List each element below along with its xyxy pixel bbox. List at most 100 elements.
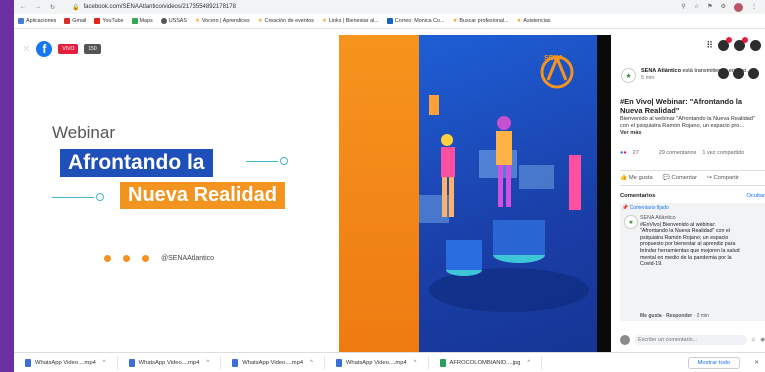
post-text: Bienvenido al webinar "Afrontando la Nue… [620,116,755,129]
chevron-up-icon[interactable]: ^ [206,360,209,366]
back-icon[interactable]: ← [20,4,26,11]
bookmark-item[interactable]: Maps [128,18,157,24]
puzzle-icon[interactable]: ⚙ [721,3,726,12]
downloads-bar: WhatsApp Video....mp4 ^ WhatsApp Video...… [14,352,765,372]
image-file-icon [439,359,446,367]
reload-icon[interactable]: ↻ [50,4,55,11]
pinned-comment: 📌 Comentario fijado ★ SENA Atlántico #En… [620,203,765,321]
post-actions: 👍 Me gusta 💬 Comentar ↪ Compartir [620,170,765,186]
account-icon[interactable] [750,39,761,51]
see-more-link[interactable]: Ver más [620,130,641,136]
post-title: #En Vivo| Webinar: "Afrontando la Nueva … [620,97,743,115]
comment-author[interactable]: SENA Atlántico [640,215,740,222]
comment-button[interactable]: 💬 Comentar [663,175,697,181]
bookmark-item[interactable]: ★ Asistencias [513,18,555,24]
comment-composer: Escribe un comentario... ☺ ◉ [620,334,765,346]
video-edge [597,35,611,352]
comments-title: Comentarios [620,193,656,199]
share-button[interactable]: ↪ Compartir [707,175,739,181]
notifications-icon[interactable] [734,36,748,51]
extensions-icon[interactable]: ⚑ [707,3,712,12]
search-icon[interactable]: ⚲ [681,3,685,12]
hide-comments-link[interactable]: Ocultar [746,193,765,199]
viewers-badge: 150 [84,44,101,54]
facebook-logo-icon[interactable]: f [36,41,53,57]
url-text[interactable]: facebook.com/SENAAtlantico/videos/217355… [83,4,235,10]
bookmark-icon[interactable] [718,68,729,79]
chevron-up-icon[interactable]: ^ [414,360,417,366]
instagram-icon [104,255,111,262]
pinned-label: 📌 Comentario fijado [622,205,669,211]
download-item[interactable]: WhatsApp Video....mp4 ^ [118,356,222,370]
decor-circle [96,193,104,201]
bookmark-item[interactable]: Gmail [60,18,90,24]
close-icon[interactable]: ✕ [754,360,759,366]
video-title-line2: Nueva Realidad [120,182,285,209]
lock-icon: 🔒 [72,4,80,11]
shares-count[interactable]: 1 vez compartido [702,150,744,156]
live-badge: VIVO [58,44,79,54]
bookmark-item[interactable]: Correo: Monica Co... [383,18,449,24]
camera-icon[interactable]: ◉ [760,337,765,343]
chevron-up-icon[interactable]: ^ [310,360,313,366]
comments-count[interactable]: 29 comentarios [659,150,697,156]
bookmark-item[interactable]: ★ Creación de eventos [254,18,318,24]
page-name-link[interactable]: SENA Atlántico [641,68,681,74]
bookmarks-bar: Aplicaciones Gmail YouTube Maps USSAS ★ V… [14,14,765,29]
comment-footer: Me gusta · Responder · 2 min [640,313,709,319]
chevron-up-icon[interactable]: ^ [103,360,106,366]
comment-reply-link[interactable]: Responder [666,313,692,319]
comment-input[interactable]: Escribe un comentario... [634,335,747,345]
bookmark-item[interactable]: Aplicaciones [14,18,60,24]
page-avatar[interactable]: ★ [621,68,636,83]
social-handle: @SENAAtlantico [161,255,215,262]
reactions-row: ●● 27 29 comentarios 1 vez compartido [620,150,765,156]
profile-avatar[interactable] [734,2,743,12]
show-all-button[interactable]: Mostrar todo [687,357,741,369]
twitter-icon [123,255,130,262]
star-icon: ★ [452,18,458,24]
download-item[interactable]: AFROCOLOMBIANID....jpg ^ [429,356,543,370]
facebook-icon [142,255,149,262]
decor-line [52,197,94,198]
close-icon[interactable]: ✕ [22,44,30,55]
download-item[interactable]: WhatsApp Video....mp4 ^ [325,356,429,370]
star-icon: ★ [322,18,327,24]
emoji-icon[interactable]: ☺ [751,337,757,343]
chevron-up-icon[interactable]: ^ [527,360,530,366]
reactions-count[interactable]: 27 [633,150,639,156]
bookmark-item[interactable]: ★ Vocero | Aprendices [191,18,254,24]
forward-icon[interactable]: → [35,4,41,11]
svg-text:SENA: SENA [544,55,563,62]
save-icon[interactable] [733,68,744,79]
sena-logo: SENA [540,55,574,89]
browser-toolbar-icons: ⚲ ☆ ⚑ ⚙ ⋮ [681,2,765,12]
download-item[interactable]: WhatsApp Video....mp4 ^ [221,356,325,370]
video-left-panel: Webinar Afrontando la Nueva Realidad @SE… [14,35,339,352]
reaction-icons[interactable]: ●● [620,150,627,156]
video-player[interactable]: Webinar Afrontando la Nueva Realidad @SE… [14,35,611,352]
star-icon[interactable]: ☆ [694,3,699,12]
download-item[interactable]: WhatsApp Video....mp4 ^ [14,356,118,370]
bookmark-item[interactable]: USSAS [157,18,191,24]
like-button[interactable]: 👍 Me gusta [620,175,653,181]
post-time: 5 min [641,75,655,81]
post-sidebar: ⠿ ★ SENA Atlántico está transmitiendo en… [611,35,765,352]
bookmark-item[interactable]: YouTube [90,18,127,24]
gmail-icon [64,18,71,24]
comment-like-link[interactable]: Me gusta [640,313,662,319]
menu-icon[interactable]: ⋮ [751,3,757,12]
comment-time: 2 min [696,313,709,319]
messenger-icon[interactable] [718,36,732,51]
bookmark-item[interactable]: ★ Links | Bienestar al... [318,18,383,24]
grid-icon[interactable]: ⠿ [706,40,713,51]
apps-icon [18,18,24,24]
comment-avatar[interactable]: ★ [624,215,638,229]
bookmark-item[interactable]: ★ Buscar profesional... [449,18,513,24]
decor-line [246,161,278,162]
browser-window: ← → ↻ 🔒 facebook.com/SENAAtlantico/video… [14,0,765,372]
post-tools [718,68,759,79]
video-title-line1: Afrontando la [60,149,213,177]
file-icon [335,359,342,367]
more-icon[interactable] [748,68,759,79]
